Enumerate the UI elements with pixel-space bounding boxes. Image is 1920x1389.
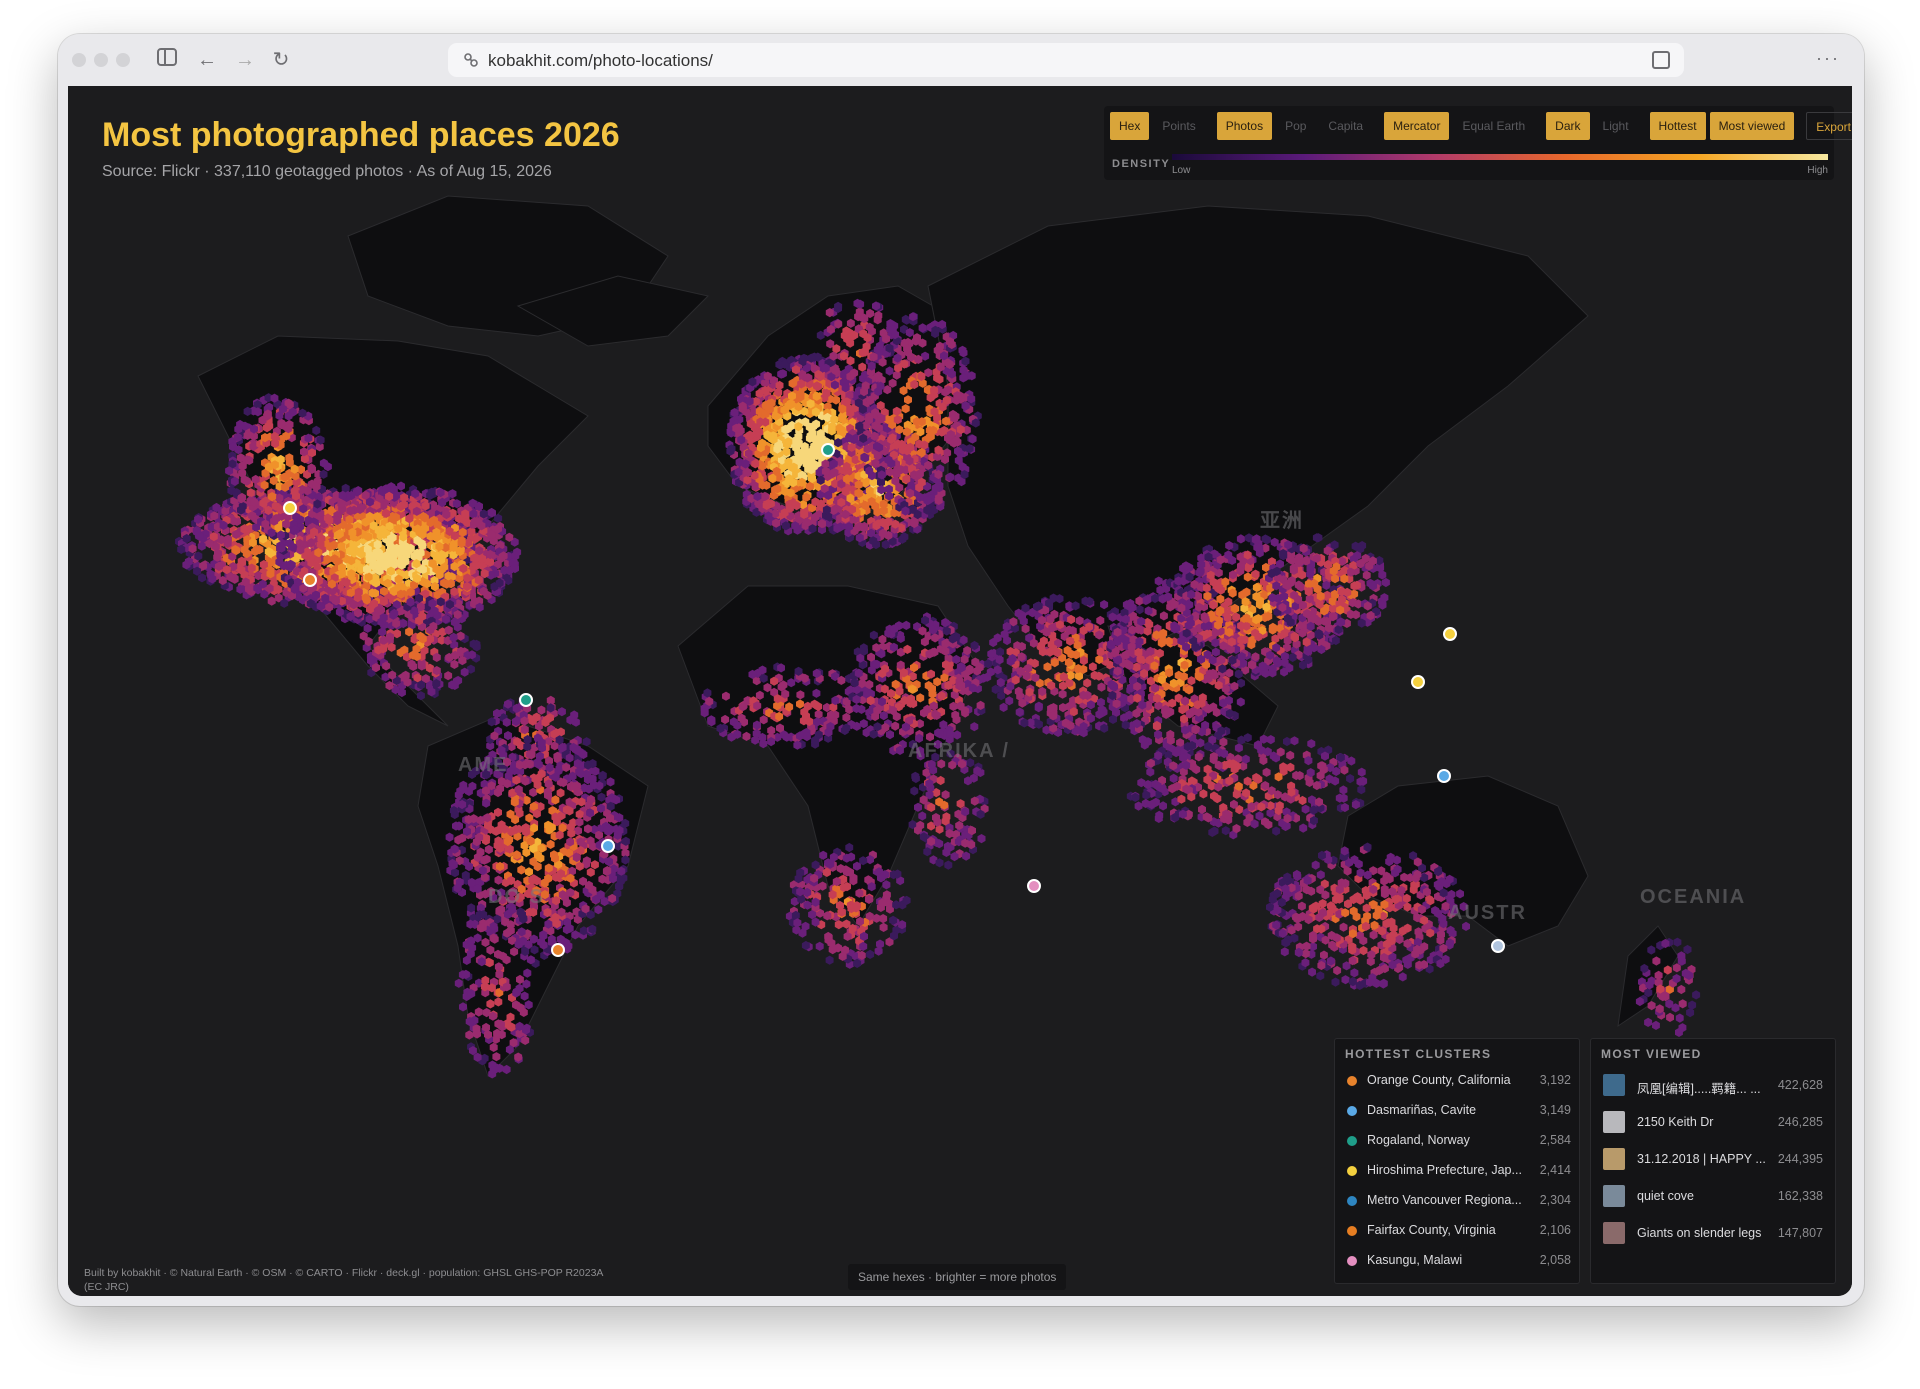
browser-window: ← → ↻ kobakhit.com/photo-locations/ ··· …	[58, 34, 1864, 1306]
minimize-window-button[interactable]	[94, 53, 108, 67]
reload-icon[interactable]: ↻	[268, 47, 294, 73]
map-app: 亚洲 AFRIKA / OCEANIA AUSTR AME DO S Most …	[68, 86, 1852, 1296]
world-map[interactable]	[68, 86, 1852, 1296]
address-bar[interactable]: kobakhit.com/photo-locations/	[448, 43, 1684, 77]
more-options-icon[interactable]: ···	[1816, 48, 1840, 69]
browser-chrome: ← → ↻ kobakhit.com/photo-locations/ ···	[58, 34, 1864, 86]
site-info-icon[interactable]	[462, 51, 480, 69]
close-window-button[interactable]	[72, 53, 86, 67]
forward-arrow-icon[interactable]: →	[232, 47, 258, 73]
sidebar-toggle-icon[interactable]	[154, 47, 180, 73]
url-text[interactable]: kobakhit.com/photo-locations/	[488, 51, 713, 71]
back-arrow-icon[interactable]: ←	[194, 47, 220, 73]
reader-icon[interactable]	[1652, 51, 1670, 69]
zoom-window-button[interactable]	[116, 53, 130, 67]
